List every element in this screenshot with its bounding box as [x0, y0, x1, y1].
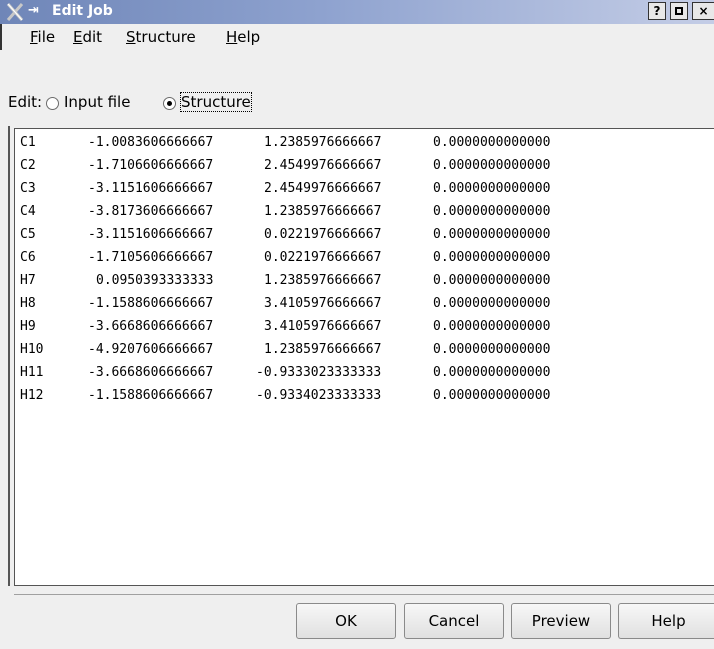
structure-editor[interactable]: C1 -1.0083606666667 1.2385976666667 0.00… [14, 128, 714, 586]
preview-button[interactable]: Preview [511, 603, 611, 639]
cancel-button[interactable]: Cancel [404, 603, 504, 639]
edit-mode-row: Edit: Input file Structure [0, 90, 714, 116]
maximize-icon [675, 7, 683, 15]
editor-left-border [8, 126, 10, 586]
menu-help[interactable]: Help [226, 28, 260, 46]
radio-input-file-label[interactable]: Input file [64, 93, 130, 111]
atom-row: H10 -4.9207606666667 1.2385976666667 0.0… [20, 342, 551, 357]
atom-row: C2 -1.7106606666667 2.4549976666667 0.00… [20, 158, 551, 173]
title-bar[interactable]: ⇥ Edit Job ? × [0, 0, 714, 24]
menu-file[interactable]: File [30, 28, 55, 46]
close-icon: × [698, 4, 709, 18]
atom-row: C5 -3.1151606666667 0.0221976666667 0.00… [20, 227, 551, 242]
radio-structure[interactable] [163, 97, 176, 110]
pin-icon[interactable]: ⇥ [28, 3, 44, 19]
atom-row: H8 -1.1588606666667 3.4105976666667 0.00… [20, 296, 551, 311]
atom-row: C4 -3.8173606666667 1.2385976666667 0.00… [20, 204, 551, 219]
menu-bar: File Edit Structure Help [0, 24, 714, 50]
menu-edit[interactable]: Edit [73, 28, 102, 46]
edit-label: Edit: [8, 93, 43, 111]
atom-row: H11 -3.6668606666667 -0.9333023333333 0.… [20, 365, 551, 380]
atom-row: C1 -1.0083606666667 1.2385976666667 0.00… [20, 135, 551, 150]
window-left-edge [0, 50, 8, 649]
atom-row: H9 -3.6668606666667 3.4105976666667 0.00… [20, 319, 551, 334]
maximize-button[interactable] [670, 2, 688, 20]
help-button[interactable]: Help [618, 603, 714, 639]
x-logo-icon[interactable] [6, 2, 24, 22]
window-title: Edit Job [52, 3, 113, 19]
atom-row: C3 -3.1151606666667 2.4549976666667 0.00… [20, 181, 551, 196]
help-context-button[interactable]: ? [648, 2, 666, 20]
question-icon: ? [653, 4, 661, 18]
radio-input-file[interactable] [46, 97, 59, 110]
menu-structure[interactable]: Structure [126, 28, 196, 46]
ok-button[interactable]: OK [296, 603, 396, 639]
radio-selected-dot [167, 101, 172, 106]
atom-row: H7 0.0950393333333 1.2385976666667 0.000… [20, 273, 551, 288]
atom-row: C6 -1.7105606666667 0.0221976666667 0.00… [20, 250, 551, 265]
radio-structure-label[interactable]: Structure [180, 92, 252, 112]
atom-row: H12 -1.1588606666667 -0.9334023333333 0.… [20, 388, 551, 403]
close-button[interactable]: × [692, 2, 714, 20]
button-row-divider [14, 594, 714, 595]
